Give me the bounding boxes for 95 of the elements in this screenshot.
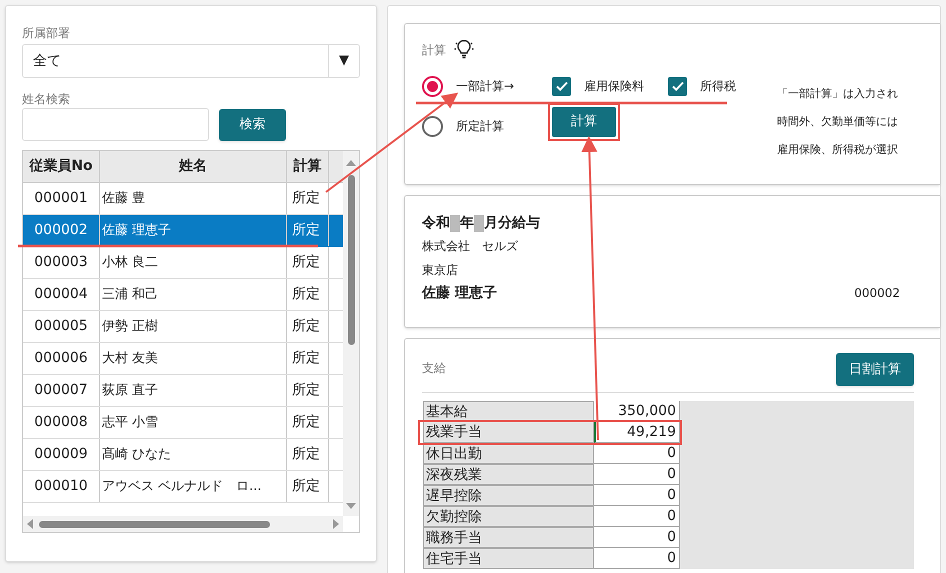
table-cell: 所定 (287, 247, 329, 278)
checkbox-label: 雇用保険料 (584, 78, 645, 95)
employee-name: 佐藤 理恵子 (422, 284, 497, 302)
table-cell: 基本給 (423, 401, 594, 422)
amount-cell[interactable]: 0 (594, 548, 680, 569)
table-cell: 所定 (287, 343, 329, 374)
table-cell: 佐藤 豊 (100, 183, 287, 214)
table-cell: 所定 (287, 407, 329, 438)
amount-cell[interactable]: 49,219 (594, 422, 680, 443)
table-cell: 所定 (287, 311, 329, 342)
table-cell: 000004 (23, 279, 100, 310)
table-cell: 000008 (23, 407, 100, 438)
table-cell: 所定 (287, 183, 329, 214)
table-row[interactable]: 000009 髙崎 ひなた 所定 (23, 439, 343, 471)
calculate-button[interactable]: 計算 (552, 107, 616, 137)
lightbulb-icon[interactable] (454, 40, 474, 60)
daily-calc-button[interactable]: 日割計算 (836, 353, 914, 386)
table-cell: 荻原 直子 (100, 375, 287, 406)
table-cell: 所定 (287, 375, 329, 406)
branch-name: 東京店 (422, 262, 459, 279)
section-title: 計算 (422, 42, 446, 59)
scroll-down-icon[interactable] (346, 502, 356, 510)
table-cell: 残業手当 (423, 422, 594, 443)
checkbox[interactable] (552, 76, 571, 96)
field-label: 姓名検索 (22, 91, 71, 108)
table-cell: 000003 (23, 247, 100, 278)
table-cell: 000006 (23, 343, 100, 374)
amount-cell[interactable]: 0 (594, 443, 680, 464)
scroll-left-icon[interactable] (27, 519, 33, 529)
table-cell: 職務手当 (423, 527, 594, 548)
table-cell: 遅早控除 (423, 485, 594, 506)
table-cell: 000001 (23, 183, 100, 214)
payslip-title: 令和 年 月分給与 (422, 214, 541, 234)
scroll-up-icon[interactable] (346, 159, 356, 167)
employee-number: 000002 (854, 285, 900, 302)
table-cell: 髙崎 ひなた (100, 439, 287, 470)
table-cell: 000009 (23, 439, 100, 470)
table-cell: 000007 (23, 375, 100, 406)
table-row[interactable]: 000005 伊勢 正樹 所定 (23, 311, 343, 343)
column-header[interactable]: 従業員No (23, 151, 100, 182)
radio-button[interactable] (422, 76, 443, 96)
column-header[interactable]: 姓名 (100, 151, 287, 182)
table-cell: 000010 (23, 471, 100, 502)
table-row[interactable]: 000002 佐藤 理恵子 所定 (23, 215, 343, 247)
vertical-scrollbar[interactable] (343, 151, 359, 516)
table-row[interactable]: 000001 佐藤 豊 所定 (23, 183, 343, 215)
table-cell: 所定 (287, 279, 329, 310)
field-label: 所属部署 (22, 25, 71, 42)
table-cell: 伊勢 正樹 (100, 311, 287, 342)
scroll-thumb[interactable] (348, 175, 354, 345)
table-cell: 志平 小雪 (100, 407, 287, 438)
table-cell: 000005 (23, 311, 100, 342)
table-cell: 000002 (23, 215, 100, 246)
help-text: 時間外、欠勤単価等には (777, 114, 898, 130)
table-row[interactable]: 000010 アウベス ベルナルド ロ... 所定 (23, 471, 343, 503)
horizontal-scrollbar[interactable] (23, 516, 343, 532)
table-row[interactable]: 000004 三浦 和己 所定 (23, 279, 343, 311)
company-name: 株式会社 セルズ (422, 238, 519, 255)
table-row[interactable]: 000007 荻原 直子 所定 (23, 375, 343, 407)
checkbox[interactable] (668, 76, 687, 96)
amount-cell[interactable]: 0 (594, 485, 680, 506)
table-cell: 休日出勤 (423, 443, 594, 464)
section-title: 支給 (422, 360, 446, 377)
column-header[interactable]: 計算 (287, 151, 329, 182)
option-label: 一部計算→ (456, 78, 516, 95)
help-text: 雇用保険、所得税が選択 (777, 142, 898, 158)
table-cell: 深夜残業 (423, 464, 594, 485)
check-icon (554, 79, 568, 93)
annotation-frame (548, 103, 620, 141)
amount-cell[interactable]: 0 (594, 527, 680, 548)
table-cell: 大村 友美 (100, 343, 287, 374)
check-icon (670, 79, 684, 93)
table-cell: 欠勤控除 (423, 506, 594, 527)
name-search-field[interactable] (22, 108, 209, 141)
table-cell: 所定 (287, 215, 329, 246)
table-cell: 所定 (287, 471, 329, 502)
table-cell: 三浦 和己 (100, 279, 287, 310)
table-cell: アウベス ベルナルド ロ... (100, 471, 287, 502)
table-cell: 住宅手当 (423, 548, 594, 569)
radio-button[interactable] (422, 116, 443, 136)
table-row[interactable]: 000008 志平 小雪 所定 (23, 407, 343, 439)
scroll-thumb[interactable] (39, 520, 270, 528)
table-cell: 小林 良二 (100, 247, 287, 278)
department-select[interactable]: 全て ▼ (22, 44, 360, 78)
search-button[interactable]: 検索 (219, 108, 286, 140)
scroll-right-icon[interactable] (333, 519, 339, 529)
table-row[interactable]: 000003 小林 良二 所定 (23, 247, 343, 279)
amount-cell[interactable]: 0 (594, 464, 680, 485)
amount-cell[interactable]: 0 (594, 506, 680, 527)
checkbox-label: 所得税 (700, 78, 736, 95)
table-cell: 所定 (287, 439, 329, 470)
option-label: 所定計算 (456, 118, 505, 135)
table-cell: 佐藤 理恵子 (100, 215, 287, 246)
help-text: 「一部計算」は入力され (777, 86, 898, 102)
table-row[interactable]: 000006 大村 友美 所定 (23, 343, 343, 375)
